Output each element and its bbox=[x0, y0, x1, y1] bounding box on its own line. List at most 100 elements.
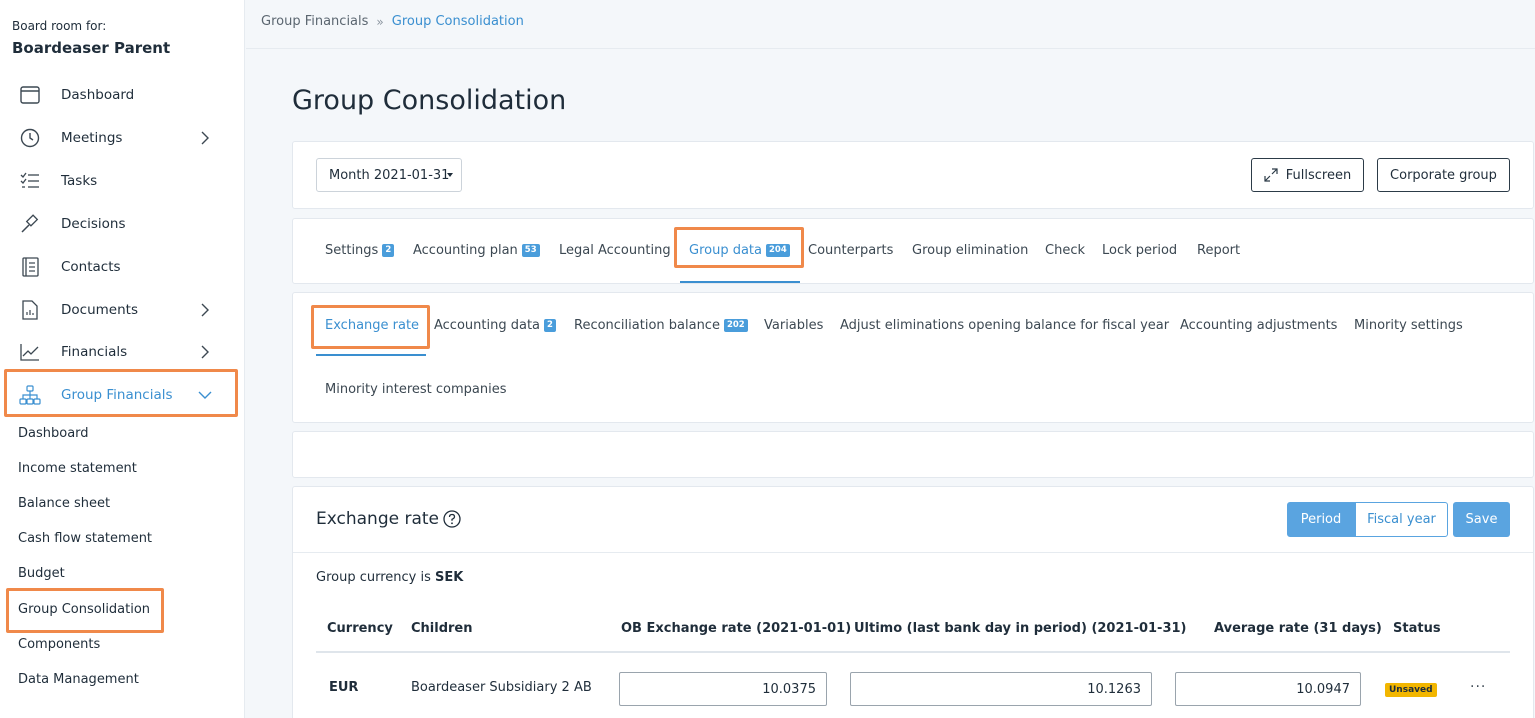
ultimo-rate-input[interactable] bbox=[850, 672, 1152, 706]
header-divider bbox=[246, 48, 1535, 49]
sidebar-item-financials[interactable]: Financials bbox=[0, 332, 245, 372]
group-currency-text: Group currency is SEK bbox=[316, 570, 463, 585]
subtab-accounting-data[interactable]: Accounting data 2 bbox=[434, 318, 556, 333]
sidebar-item-contacts[interactable]: Contacts bbox=[0, 247, 245, 287]
tab-badge: 2 bbox=[382, 244, 395, 257]
clock-icon bbox=[19, 127, 41, 149]
tab-badge: 53 bbox=[521, 244, 540, 257]
section-divider bbox=[293, 552, 1533, 553]
sidebar-item-documents[interactable]: Documents bbox=[0, 290, 245, 330]
fullscreen-button[interactable]: Fullscreen bbox=[1251, 158, 1364, 192]
sidebar-item-label: Dashboard bbox=[61, 87, 135, 103]
sidebar: Board room for: Boardeaser Parent Dashbo… bbox=[0, 0, 245, 718]
sub-tabs-card bbox=[292, 292, 1534, 423]
subtab-adjust-eliminations[interactable]: Adjust eliminations opening balance for … bbox=[840, 318, 1169, 333]
tab-lock-period[interactable]: Lock period bbox=[1102, 243, 1177, 258]
more-options-icon[interactable]: ··· bbox=[1470, 679, 1486, 695]
tab-label: Settings bbox=[325, 243, 379, 258]
tab-counterparts[interactable]: Counterparts bbox=[808, 243, 893, 258]
highlight-exchange-rate-tab bbox=[311, 305, 430, 349]
board-room-label: Board room for: bbox=[12, 19, 107, 33]
tab-label: Reconciliation balance bbox=[574, 318, 720, 333]
period-button[interactable]: Period bbox=[1287, 502, 1355, 537]
group-currency-prefix: Group currency is bbox=[316, 570, 431, 585]
cell-children: Boardeaser Subsidiary 2 AB bbox=[411, 680, 592, 695]
calendar-window-icon bbox=[19, 84, 41, 106]
column-header-average: Average rate (31 days) bbox=[1214, 621, 1382, 636]
table-header-divider bbox=[316, 651, 1510, 653]
subtab-minority-settings[interactable]: Minority settings bbox=[1354, 318, 1463, 333]
sidebar-item-meetings[interactable]: Meetings bbox=[0, 118, 245, 158]
column-header-currency: Currency bbox=[327, 621, 393, 636]
tab-label: Counterparts bbox=[808, 243, 894, 258]
subitem-dashboard[interactable]: Dashboard bbox=[18, 426, 89, 441]
tab-label: Group elimination bbox=[912, 243, 1029, 258]
expand-icon bbox=[1264, 168, 1278, 182]
help-icon[interactable] bbox=[443, 510, 461, 528]
subtab-variables[interactable]: Variables bbox=[764, 318, 823, 333]
subtab-accounting-adjustments[interactable]: Accounting adjustments bbox=[1180, 318, 1337, 333]
sidebar-item-decisions[interactable]: Decisions bbox=[0, 204, 245, 244]
tab-label: Legal Accounting bbox=[559, 243, 671, 258]
fullscreen-label: Fullscreen bbox=[1285, 167, 1352, 183]
subtab-minority-interest-companies[interactable]: Minority interest companies bbox=[325, 382, 507, 397]
average-rate-input[interactable] bbox=[1175, 672, 1361, 706]
column-header-ob-rate: OB Exchange rate (2021-01-01) bbox=[621, 621, 852, 636]
tab-label: Check bbox=[1045, 243, 1085, 258]
corporate-group-label: Corporate group bbox=[1390, 167, 1497, 183]
ob-rate-input[interactable] bbox=[619, 672, 827, 706]
subitem-cash-flow-statement[interactable]: Cash flow statement bbox=[18, 531, 152, 546]
month-select-value: Month 2021-01-31 bbox=[329, 167, 450, 183]
tab-accounting-plan[interactable]: Accounting plan 53 bbox=[413, 243, 540, 258]
sidebar-item-dashboard[interactable]: Dashboard bbox=[0, 75, 245, 115]
subitem-components[interactable]: Components bbox=[18, 637, 100, 652]
page-title: Group Consolidation bbox=[292, 85, 567, 116]
month-select[interactable]: Month 2021-01-31 bbox=[316, 158, 462, 192]
document-icon bbox=[19, 299, 41, 321]
address-book-icon bbox=[19, 256, 41, 278]
subtab-reconciliation-balance[interactable]: Reconciliation balance 202 bbox=[574, 318, 748, 333]
breadcrumb-parent[interactable]: Group Financials bbox=[261, 14, 368, 29]
corporate-group-button[interactable]: Corporate group bbox=[1377, 158, 1510, 192]
sidebar-item-label: Tasks bbox=[61, 173, 98, 189]
tab-label: Adjust eliminations opening balance for … bbox=[840, 318, 1170, 333]
tab-label: Accounting data bbox=[434, 318, 541, 333]
subitem-budget[interactable]: Budget bbox=[18, 566, 65, 581]
save-button[interactable]: Save bbox=[1453, 502, 1510, 537]
board-room-name[interactable]: Boardeaser Parent bbox=[12, 39, 170, 57]
chevron-right-icon bbox=[201, 345, 209, 359]
sidebar-item-label: Documents bbox=[61, 302, 138, 318]
line-chart-icon bbox=[19, 341, 41, 363]
tab-label: Accounting adjustments bbox=[1180, 318, 1338, 333]
breadcrumb-current[interactable]: Group Consolidation bbox=[392, 14, 524, 29]
period-toggle: Period Fiscal year bbox=[1287, 502, 1448, 537]
active-tab-underline bbox=[680, 281, 800, 283]
status-badge: Unsaved bbox=[1385, 683, 1437, 697]
highlight-group-financials bbox=[4, 369, 238, 417]
tab-label: Variables bbox=[764, 318, 824, 333]
tab-badge: 2 bbox=[544, 319, 556, 332]
highlight-group-consolidation bbox=[6, 588, 164, 633]
sidebar-item-label: Contacts bbox=[61, 259, 121, 275]
tab-group-elimination[interactable]: Group elimination bbox=[912, 243, 1028, 258]
tab-report[interactable]: Report bbox=[1197, 243, 1240, 258]
tab-label: Minority settings bbox=[1354, 318, 1463, 333]
exchange-rate-title: Exchange rate bbox=[316, 509, 440, 529]
sidebar-item-label: Decisions bbox=[61, 216, 126, 232]
tab-label: Lock period bbox=[1102, 243, 1178, 258]
sidebar-item-tasks[interactable]: Tasks bbox=[0, 161, 245, 201]
checklist-icon bbox=[19, 170, 41, 192]
gavel-icon bbox=[19, 213, 41, 235]
tab-settings[interactable]: Settings 2 bbox=[325, 243, 395, 258]
subitem-income-statement[interactable]: Income statement bbox=[18, 461, 137, 476]
active-subtab-underline bbox=[316, 354, 426, 356]
breadcrumb-separator: » bbox=[376, 14, 384, 29]
chevron-right-icon bbox=[201, 131, 209, 145]
subitem-data-management[interactable]: Data Management bbox=[18, 672, 139, 687]
column-header-ultimo: Ultimo (last bank day in period) (2021-0… bbox=[854, 621, 1187, 636]
sidebar-item-label: Meetings bbox=[61, 130, 123, 146]
tab-legal-accounting[interactable]: Legal Accounting bbox=[559, 243, 671, 258]
tab-check[interactable]: Check bbox=[1045, 243, 1085, 258]
fiscal-year-button[interactable]: Fiscal year bbox=[1355, 502, 1448, 537]
subitem-balance-sheet[interactable]: Balance sheet bbox=[18, 496, 110, 511]
